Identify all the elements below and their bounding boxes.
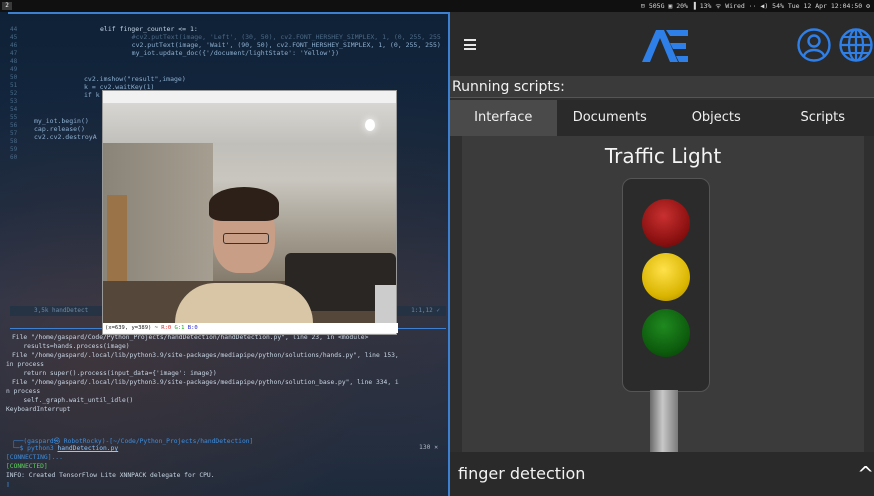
tab-interface[interactable]: Interface bbox=[450, 100, 557, 136]
code-line: if k bbox=[84, 91, 100, 99]
code-line: cv2.cv2.destroyA bbox=[34, 133, 97, 141]
hamburger-menu-icon[interactable] bbox=[464, 39, 476, 50]
shelf bbox=[375, 285, 396, 323]
terminal-cursor: ▯ bbox=[6, 481, 10, 488]
person-shirt bbox=[175, 283, 313, 323]
terminal-exit-code: 130 ✕ bbox=[419, 444, 438, 451]
app-tabs: Interface Documents Objects Scripts bbox=[450, 100, 874, 136]
line-number: 45 bbox=[10, 34, 18, 41]
terminal-line: [CONNECTED] bbox=[6, 463, 48, 470]
panel-title: Traffic Light bbox=[604, 144, 722, 168]
line-number: 52 bbox=[10, 90, 18, 97]
traffic-light bbox=[622, 178, 710, 392]
user-icon[interactable] bbox=[797, 28, 831, 62]
line-number: 50 bbox=[10, 74, 18, 81]
pixel-r: R:0 bbox=[161, 325, 172, 331]
webcam-result-window[interactable]: (x=639, y=389) ~ R:0 G:1 B:0 bbox=[102, 90, 398, 335]
terminal-line: in process bbox=[6, 361, 44, 368]
terminal-line: self._graph.wait_until_idle() bbox=[12, 397, 134, 404]
system-status: ⊟ 505G ▣ 20% ▐ 13% ᯤ Wired ·· ◀) 54% Tue… bbox=[641, 2, 870, 10]
code-line: cap.release() bbox=[34, 125, 85, 133]
terminal-line: return super().process(input_data={'imag… bbox=[12, 370, 217, 377]
terminal[interactable]: File "/home/gaspard/Code/Python_Projects… bbox=[6, 334, 446, 494]
line-number: 51 bbox=[10, 82, 18, 89]
script-name: finger detection bbox=[458, 464, 586, 483]
terminal-line: results=hands.process(image) bbox=[12, 343, 130, 350]
workspace-indicator[interactable]: 2 bbox=[2, 2, 12, 10]
line-number: 57 bbox=[10, 130, 18, 137]
chevron-up-icon[interactable]: ^ bbox=[857, 462, 874, 486]
script-footer[interactable]: finger detection ^ bbox=[450, 452, 874, 496]
line-number: 55 bbox=[10, 114, 18, 121]
code-line: cv2.putText(image, 'Wait', (90, 50), cv2… bbox=[116, 41, 441, 49]
terminal-line: File "/home/gaspard/Code/Python_Projects… bbox=[12, 334, 369, 341]
pixel-g: G:1 bbox=[174, 325, 185, 331]
line-number: 58 bbox=[10, 138, 18, 145]
editor-status-right: 1:1,12 ✓ bbox=[411, 307, 440, 314]
code-line: elif finger_counter <= 1: bbox=[100, 25, 198, 33]
terminal-line: KeyboardInterrupt bbox=[6, 406, 71, 413]
traffic-light-panel: Traffic Light bbox=[462, 136, 864, 452]
terminal-command: └─$ python3 handDetection.py bbox=[12, 445, 118, 452]
line-number: 48 bbox=[10, 58, 18, 65]
line-number: 54 bbox=[10, 106, 18, 113]
system-topbar: 2 ⊟ 505G ▣ 20% ▐ 13% ᯤ Wired ·· ◀) 54% T… bbox=[0, 0, 874, 12]
pixel-readout: (x=639, y=389) ~ R:0 G:1 B:0 bbox=[103, 323, 398, 333]
line-number: 53 bbox=[10, 98, 18, 105]
person-hair bbox=[209, 187, 279, 221]
pixel-b: B:0 bbox=[187, 325, 198, 331]
yellow-light bbox=[642, 253, 690, 301]
terminal-line: File "/home/gaspard/.local/lib/python3.9… bbox=[12, 379, 399, 386]
app-header bbox=[450, 12, 874, 76]
traffic-light-pole bbox=[650, 390, 678, 452]
ceiling-lamp bbox=[365, 119, 375, 131]
red-light bbox=[642, 199, 690, 247]
tab-objects[interactable]: Objects bbox=[663, 100, 770, 136]
door bbox=[107, 195, 127, 281]
pixel-pos: (x=639, y=389) ~ bbox=[105, 325, 162, 331]
green-light bbox=[642, 309, 690, 357]
code-line: my_iot.begin() bbox=[34, 117, 89, 125]
code-line: my_iot.update_doc({'/document/lightState… bbox=[116, 49, 340, 57]
line-number: 44 bbox=[10, 26, 18, 33]
line-number: 46 bbox=[10, 42, 18, 49]
ceiling bbox=[103, 103, 396, 143]
terminal-prompt: ┌──(gaspard㉿ RobotRocky)-[~/Code/Python_… bbox=[12, 438, 254, 445]
command-prefix: └─$ python3 bbox=[12, 445, 58, 452]
globe-icon[interactable] bbox=[839, 28, 873, 62]
tab-scripts[interactable]: Scripts bbox=[770, 100, 874, 136]
line-number: 47 bbox=[10, 50, 18, 57]
code-line: cv2.imshow("result",image) bbox=[84, 75, 186, 83]
terminal-line: [CONNECTING]... bbox=[6, 454, 63, 461]
command-file[interactable]: handDetection.py bbox=[58, 445, 119, 452]
terminal-line: INFO: Created TensorFlow Lite XNNPACK de… bbox=[6, 472, 215, 479]
line-number: 56 bbox=[10, 122, 18, 129]
code-line: #cv2.putText(image, 'Left', (30, 50), cv… bbox=[116, 33, 441, 41]
pane-border bbox=[8, 12, 448, 14]
line-number: 60 bbox=[10, 154, 18, 161]
line-gutter: 44 45 46 47 48 49 50 51 52 53 54 55 56 5… bbox=[10, 16, 26, 316]
line-number: 49 bbox=[10, 66, 18, 73]
app-logo bbox=[642, 30, 688, 62]
line-number: 59 bbox=[10, 146, 18, 153]
tab-documents[interactable]: Documents bbox=[557, 100, 664, 136]
terminal-line: File "/home/gaspard/.local/lib/python3.9… bbox=[12, 352, 399, 359]
editor-status-left: 3,5k handDetect bbox=[34, 307, 89, 314]
iot-app-window: Running scripts: Interface Documents Obj… bbox=[448, 12, 874, 496]
running-scripts-label: Running scripts: bbox=[450, 76, 874, 98]
terminal-line: n process bbox=[6, 388, 41, 395]
person-glasses bbox=[223, 233, 269, 244]
webcam-image bbox=[103, 103, 396, 323]
